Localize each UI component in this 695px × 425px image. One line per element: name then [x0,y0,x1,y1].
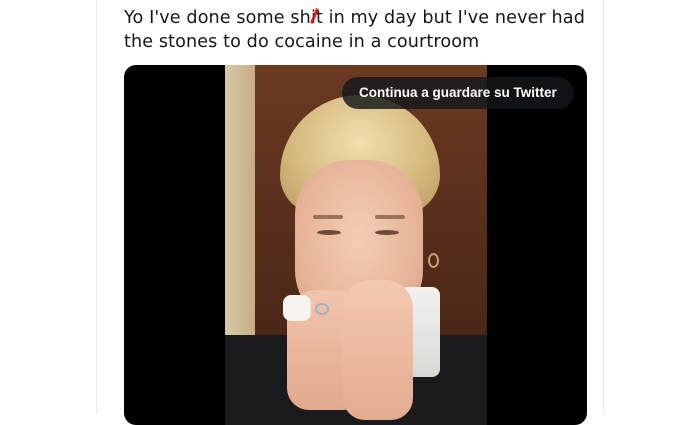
tweet-text-line-1: Yo I've done some shit in my day but I'v… [124,6,594,30]
tweet-text-line-2: the stones to do cocaine in a courtroom [124,32,480,52]
embedded-video-player[interactable]: Continua a guardare su Twitter [124,65,587,425]
censor-slash-mark: i [310,8,316,28]
video-person-eye [375,230,399,235]
tweet-text: Yo I've done some shit in my day but I'v… [124,6,594,54]
video-person-tissue [283,295,311,321]
video-person-earring [428,253,439,268]
video-person-eye [317,230,341,235]
video-person-ring [315,303,329,315]
tweet-text-segment: t in my day but I've never had [315,8,585,28]
tweet-card-left-border [96,0,97,414]
video-frame [225,65,487,425]
video-person-brow [375,215,405,219]
video-person-brow [313,215,343,219]
tweet-text-segment: Yo I've done some sh [124,8,311,28]
watch-on-twitter-button[interactable]: Continua a guardare su Twitter [342,77,574,109]
tweet-card-right-border [603,0,604,414]
video-person-right-hand [343,280,413,420]
